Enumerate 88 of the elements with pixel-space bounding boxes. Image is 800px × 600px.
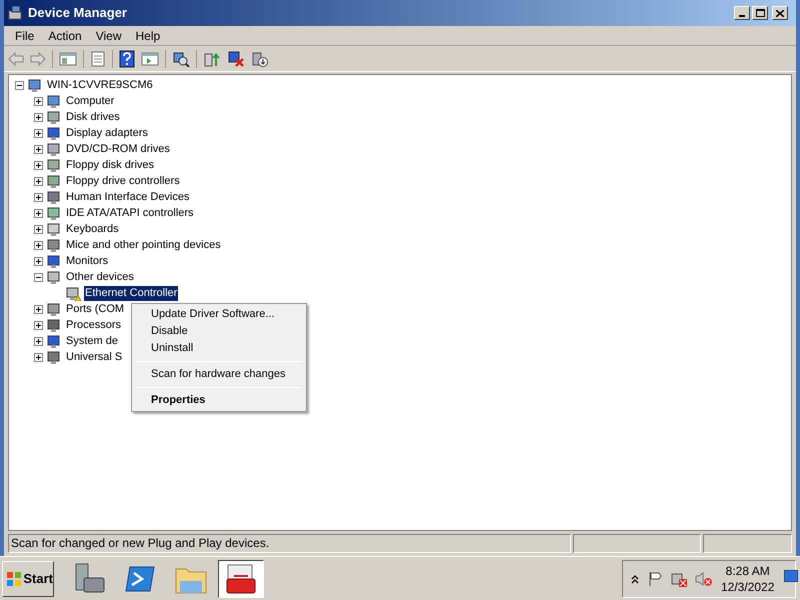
windows-logo-icon: [6, 570, 22, 586]
tree-item[interactable]: WIN-1CVVRE9SCM6: [46, 78, 154, 92]
device-icon: [46, 221, 62, 237]
expand-icon[interactable]: [34, 240, 43, 250]
expand-icon[interactable]: [34, 320, 43, 330]
expand-icon[interactable]: [34, 256, 43, 266]
clock-time: 8:28 AM: [726, 562, 770, 578]
show-desktop-icon[interactable]: [784, 570, 798, 582]
expand-icon[interactable]: [34, 304, 43, 314]
flag-icon[interactable]: [647, 570, 663, 586]
toolbox-icon: [224, 562, 258, 594]
scan-hardware-icon[interactable]: [172, 50, 190, 66]
expand-icon[interactable]: [34, 176, 43, 186]
context-menu-item[interactable]: Scan for hardware changes: [134, 366, 304, 383]
status-text: Scan for changed or new Plug and Play devices.: [8, 534, 571, 553]
device-icon: [46, 173, 62, 189]
device-icon: [46, 301, 62, 317]
help-icon[interactable]: [119, 50, 135, 68]
tree-item[interactable]: Ethernet Controller: [84, 286, 178, 300]
tree-item[interactable]: Ports (COM: [65, 302, 126, 316]
tree-item[interactable]: DVD/CD-ROM drives: [65, 142, 171, 156]
tree-item[interactable]: Monitors: [65, 254, 110, 268]
menu-item[interactable]: Action: [41, 26, 89, 44]
menu-item[interactable]: File: [8, 26, 42, 44]
close-button[interactable]: [772, 6, 788, 20]
context-menu-item[interactable]: Disable: [134, 323, 304, 340]
network-error-icon[interactable]: [671, 570, 687, 586]
tree-item[interactable]: System de: [65, 334, 119, 348]
tree-item[interactable]: Computer: [65, 94, 116, 108]
device-icon: [46, 205, 62, 221]
device-icon: [46, 157, 62, 173]
maximize-button[interactable]: [752, 6, 768, 20]
tree-item[interactable]: Keyboards: [65, 222, 120, 236]
device-icon: [46, 125, 62, 141]
context-menu-item[interactable]: Uninstall: [134, 340, 304, 357]
toolbox-taskbar-button[interactable]: [218, 560, 264, 598]
tree-item[interactable]: Disk drives: [65, 110, 121, 124]
tree-item[interactable]: Floppy drive controllers: [65, 174, 181, 188]
tree-item[interactable]: Display adapters: [65, 126, 149, 140]
expand-icon[interactable]: [34, 112, 43, 122]
device-icon: [46, 349, 62, 365]
console-tree-icon[interactable]: [59, 50, 77, 66]
tree-item[interactable]: Floppy disk drives: [65, 158, 156, 172]
expand-icon[interactable]: [34, 352, 43, 362]
device-icon: [46, 141, 62, 157]
device-icon: [46, 333, 62, 349]
context-menu-item[interactable]: Update Driver Software...: [134, 306, 304, 323]
device-icon: [46, 93, 62, 109]
tree-item[interactable]: Other devices: [65, 270, 135, 284]
expand-icon[interactable]: [34, 128, 43, 138]
device-icon: [46, 237, 62, 253]
device-icon: [46, 189, 62, 205]
action-pane-icon[interactable]: [141, 50, 159, 66]
computer-icon: [8, 5, 24, 21]
expand-icon[interactable]: [34, 208, 43, 218]
context-menu-item[interactable]: Properties: [134, 392, 304, 409]
tree-item[interactable]: Universal S: [65, 350, 124, 364]
tree-item[interactable]: Mice and other pointing devices: [65, 238, 222, 252]
tree-item[interactable]: Human Interface Devices: [65, 190, 190, 204]
device-icon: [46, 269, 62, 285]
device-icon: [46, 317, 62, 333]
expand-icon[interactable]: [34, 224, 43, 234]
expand-icon[interactable]: [34, 160, 43, 170]
expand-icon[interactable]: [34, 96, 43, 106]
start-button[interactable]: Start: [2, 560, 54, 596]
tree-item[interactable]: IDE ATA/ATAPI controllers: [65, 206, 195, 220]
volume-muted-icon[interactable]: [695, 570, 713, 586]
window-title: Device Manager: [28, 4, 127, 22]
tree-item[interactable]: Processors: [65, 318, 122, 332]
expand-icon[interactable]: [34, 144, 43, 154]
menu-item[interactable]: Help: [128, 26, 168, 44]
close-icon: [776, 10, 784, 16]
minimize-icon: [739, 15, 745, 17]
device-icon: [27, 77, 43, 93]
properties-sheet-icon[interactable]: [90, 50, 106, 66]
clock-date: 12/3/2022: [721, 578, 774, 594]
uninstall-icon[interactable]: [227, 50, 245, 68]
expand-icon[interactable]: [34, 336, 43, 346]
maximize-icon: [756, 9, 764, 17]
menu-item[interactable]: View: [88, 26, 128, 44]
collapse-icon[interactable]: [15, 80, 24, 90]
minimize-button[interactable]: [734, 6, 750, 20]
device-icon: [46, 109, 62, 125]
expand-icon[interactable]: [34, 192, 43, 202]
chevron-up-icon[interactable]: [631, 574, 639, 584]
disable-device-icon[interactable]: [251, 50, 269, 68]
collapse-icon[interactable]: [34, 272, 43, 282]
device-icon: [46, 253, 62, 269]
